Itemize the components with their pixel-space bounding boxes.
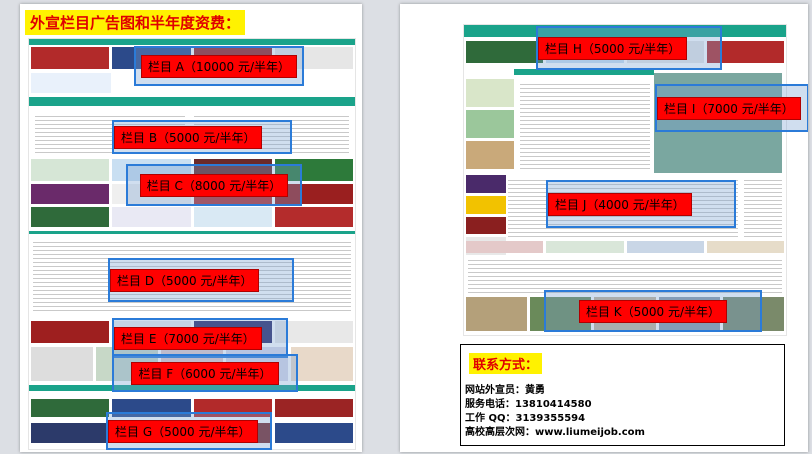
ad-slot-label: 栏目 F（6000 元/半年） <box>131 361 279 385</box>
ad-slot-label: 栏目 D（5000 元/半年） <box>110 268 260 292</box>
ad-slot-label: 栏目 A（10000 元/半年） <box>140 54 298 78</box>
ad-slot-label: 栏目 I（7000 元/半年） <box>657 96 801 120</box>
ad-slot-g: 栏目 G（5000 元/半年） <box>106 412 272 450</box>
ad-slot-f: 栏目 F（6000 元/半年） <box>112 354 298 392</box>
ad-slot-c: 栏目 C（8000 元/半年） <box>126 164 302 206</box>
ad-slot-k: 栏目 K（5000 元/半年） <box>544 290 762 332</box>
ad-slot-label: 栏目 B（5000 元/半年） <box>114 125 263 149</box>
ad-slot-label: 栏目 E（7000 元/半年） <box>114 326 262 350</box>
ad-slot-label: 栏目 H（5000 元/半年） <box>538 36 688 60</box>
ad-slot-b: 栏目 B（5000 元/半年） <box>112 120 292 154</box>
ad-slot-label: 栏目 G（5000 元/半年） <box>108 419 258 443</box>
document-page-2: 栏目 H（5000 元/半年） 栏目 I（7000 元/半年） 栏目 J（400… <box>400 4 808 452</box>
contact-box: 联系方式： 网站外宣员：黄勇 服务电话：13810414580 工作 QQ：31… <box>460 344 785 446</box>
ad-slot-a: 栏目 A（10000 元/半年） <box>134 46 304 86</box>
ad-slot-label: 栏目 J（4000 元/半年） <box>548 192 692 216</box>
ad-slot-e: 栏目 E（7000 元/半年） <box>112 318 288 358</box>
contact-heading: 联系方式： <box>469 353 543 374</box>
contact-qq: 工作 QQ：3139355594 <box>465 413 586 424</box>
ad-slot-j: 栏目 J（4000 元/半年） <box>546 180 736 228</box>
ad-slot-label: 栏目 C（8000 元/半年） <box>139 173 289 197</box>
document-page-1: 外宣栏目广告图和半年度资费： 栏目 A（10000 元/半年） 栏目 B（500… <box>20 4 362 452</box>
ad-slot-i: 栏目 I（7000 元/半年） <box>655 84 808 132</box>
contact-website: 高校高层次网：www.liumeijob.com <box>465 427 645 438</box>
ad-slot-h: 栏目 H（5000 元/半年） <box>536 26 722 70</box>
ad-slot-label: 栏目 K（5000 元/半年） <box>578 299 728 323</box>
page-heading: 外宣栏目广告图和半年度资费： <box>25 10 246 35</box>
contact-name: 网站外宣员：黄勇 <box>465 385 545 396</box>
ad-slot-d: 栏目 D（5000 元/半年） <box>108 258 294 302</box>
contact-phone: 服务电话：13810414580 <box>465 399 592 410</box>
